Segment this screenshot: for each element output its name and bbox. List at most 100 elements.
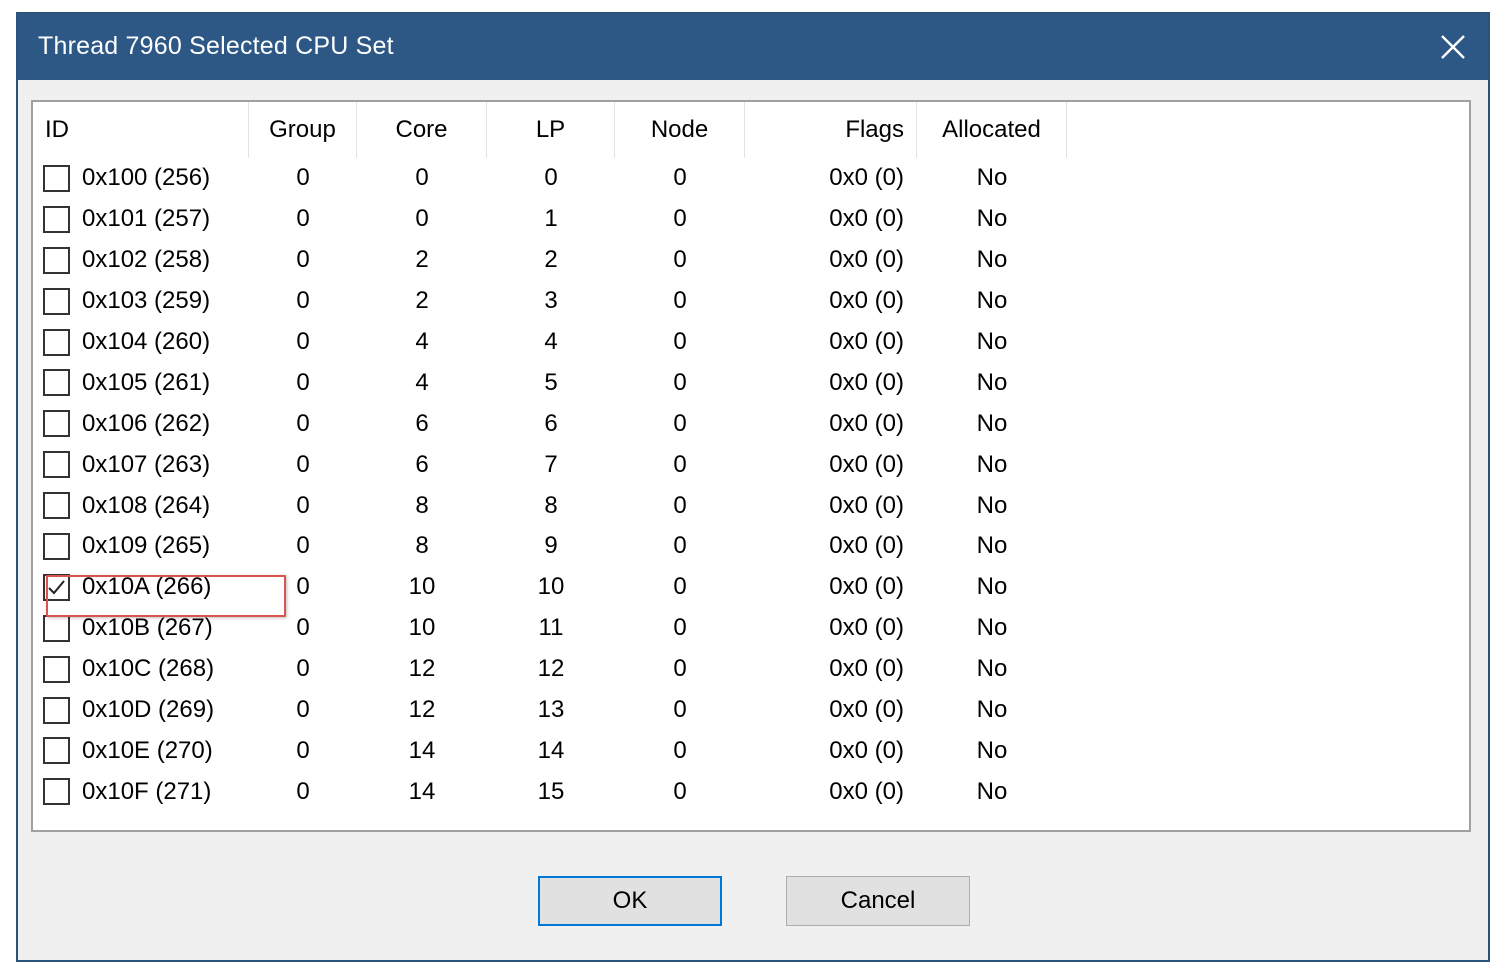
cell-flags: 0x0 (0) xyxy=(829,164,904,192)
cell-core: 8 xyxy=(415,491,429,519)
cell-id-text: 0x108 (264) xyxy=(82,491,211,519)
table-row[interactable]: 0x104 (260) 0 4 4 0 0x0 (0) No xyxy=(33,322,1067,363)
cell-node: 0 xyxy=(673,573,687,601)
cell-core: 2 xyxy=(415,287,429,315)
cell-allocated: No xyxy=(976,328,1008,355)
table-row[interactable]: 0x103 (259) 0 2 3 0 0x0 (0) No xyxy=(33,281,1067,322)
row-checkbox[interactable] xyxy=(43,164,70,192)
cell-flags: 0x0 (0) xyxy=(829,777,904,805)
cell-lp: 9 xyxy=(544,532,558,560)
column-header-id[interactable]: ID xyxy=(33,102,249,158)
cell-flags: 0x0 (0) xyxy=(829,614,904,642)
cell-allocated: No xyxy=(976,205,1008,233)
cell-id: 0x105 (261) xyxy=(33,369,249,397)
cell-id: 0x109 (265) xyxy=(33,532,249,560)
cell-node: 0 xyxy=(673,287,687,315)
cell-flags: 0x0 (0) xyxy=(829,328,904,355)
row-checkbox[interactable] xyxy=(43,614,70,642)
table-row[interactable]: 0x10E (270) 0 14 14 0 0x0 (0) No xyxy=(33,730,1067,771)
cell-allocated: No xyxy=(976,287,1008,315)
column-header-flags[interactable]: Flags xyxy=(745,102,917,158)
cell-lp: 14 xyxy=(537,736,565,764)
column-header-node[interactable]: Node xyxy=(615,102,745,158)
row-checkbox[interactable] xyxy=(43,328,70,356)
cell-id: 0x101 (257) xyxy=(33,205,249,233)
column-header-group[interactable]: Group xyxy=(249,102,357,158)
table-row[interactable]: 0x105 (261) 0 4 5 0 0x0 (0) No xyxy=(33,362,1067,403)
table-row[interactable]: 0x102 (258) 0 2 2 0 0x0 (0) No xyxy=(33,240,1067,281)
cell-group: 0 xyxy=(296,614,310,642)
dialog-window: Thread 7960 Selected CPU Set ID Group Co… xyxy=(16,12,1490,962)
cpu-set-list[interactable]: ID Group Core LP Node Flags Allocated 0x… xyxy=(31,100,1471,832)
cell-core: 6 xyxy=(415,450,429,478)
cell-flags: 0x0 (0) xyxy=(829,655,904,683)
ok-button[interactable]: OK xyxy=(538,876,722,926)
row-checkbox[interactable] xyxy=(43,287,70,315)
row-checkbox[interactable] xyxy=(43,778,70,806)
close-button[interactable] xyxy=(1418,14,1488,80)
column-header-core[interactable]: Core xyxy=(357,102,487,158)
table-row[interactable]: 0x106 (262) 0 6 6 0 0x0 (0) No xyxy=(33,403,1067,444)
cell-core: 14 xyxy=(408,736,436,764)
column-header-allocated[interactable]: Allocated xyxy=(917,102,1067,158)
cell-node: 0 xyxy=(673,368,687,396)
table-row[interactable]: 0x100 (256) 0 0 0 0 0x0 (0) No xyxy=(33,158,1067,199)
column-header-lp[interactable]: LP xyxy=(487,102,615,158)
cell-group: 0 xyxy=(296,205,310,233)
cell-id: 0x10F (271) xyxy=(33,778,249,806)
cell-id-text: 0x100 (256) xyxy=(82,164,211,192)
window-title: Thread 7960 Selected CPU Set xyxy=(38,32,394,60)
cancel-button[interactable]: Cancel xyxy=(786,876,970,926)
cell-lp: 13 xyxy=(537,696,565,724)
cell-node: 0 xyxy=(673,246,687,274)
close-icon xyxy=(1441,35,1465,59)
cell-id-text: 0x106 (262) xyxy=(82,409,211,437)
row-checkbox[interactable] xyxy=(43,451,70,479)
cell-group: 0 xyxy=(296,777,310,805)
cell-core: 12 xyxy=(408,655,436,683)
table-row[interactable]: 0x107 (263) 0 6 7 0 0x0 (0) No xyxy=(33,444,1067,485)
table-row[interactable]: 0x10C (268) 0 12 12 0 0x0 (0) No xyxy=(33,649,1067,690)
cell-lp: 10 xyxy=(537,573,565,601)
cell-id-text: 0x10B (267) xyxy=(82,614,213,642)
cell-group: 0 xyxy=(296,491,310,519)
cell-flags: 0x0 (0) xyxy=(829,450,904,478)
cell-id: 0x108 (264) xyxy=(33,492,249,520)
row-checkbox[interactable] xyxy=(43,492,70,520)
row-checkbox[interactable] xyxy=(43,410,70,438)
cell-id-text: 0x101 (257) xyxy=(82,205,211,233)
cell-id: 0x10D (269) xyxy=(33,696,249,724)
cell-allocated: No xyxy=(976,777,1008,805)
table-row[interactable]: 0x109 (265) 0 8 9 0 0x0 (0) No xyxy=(33,526,1067,567)
cell-group: 0 xyxy=(296,328,310,355)
table-row[interactable]: 0x108 (264) 0 8 8 0 0x0 (0) No xyxy=(33,485,1067,526)
row-checkbox[interactable] xyxy=(43,532,70,560)
cell-id-text: 0x109 (265) xyxy=(82,532,211,560)
cell-node: 0 xyxy=(673,205,687,233)
row-checkbox[interactable] xyxy=(43,246,70,274)
cell-core: 0 xyxy=(415,205,429,233)
row-checkbox[interactable] xyxy=(43,737,70,765)
row-checkbox[interactable] xyxy=(43,369,70,397)
cell-allocated: No xyxy=(976,409,1008,437)
cell-id-text: 0x102 (258) xyxy=(82,246,211,274)
cell-group: 0 xyxy=(296,532,310,560)
cell-allocated: No xyxy=(976,368,1008,396)
cell-lp: 3 xyxy=(544,287,558,315)
cell-node: 0 xyxy=(673,696,687,724)
cell-node: 0 xyxy=(673,736,687,764)
cell-lp: 5 xyxy=(544,368,558,396)
cell-core: 6 xyxy=(415,409,429,437)
title-bar[interactable]: Thread 7960 Selected CPU Set xyxy=(18,14,1488,80)
cell-id: 0x107 (263) xyxy=(33,451,249,479)
row-checkbox[interactable] xyxy=(43,205,70,233)
cell-node: 0 xyxy=(673,409,687,437)
row-checkbox[interactable] xyxy=(43,655,70,683)
cell-node: 0 xyxy=(673,614,687,642)
table-row[interactable]: 0x10D (269) 0 12 13 0 0x0 (0) No xyxy=(33,690,1067,731)
cell-lp: 1 xyxy=(544,205,558,233)
cell-lp: 4 xyxy=(544,328,558,355)
table-row[interactable]: 0x10F (271) 0 14 15 0 0x0 (0) No xyxy=(33,771,1067,812)
row-checkbox[interactable] xyxy=(43,696,70,724)
table-row[interactable]: 0x101 (257) 0 0 1 0 0x0 (0) No xyxy=(33,199,1067,240)
